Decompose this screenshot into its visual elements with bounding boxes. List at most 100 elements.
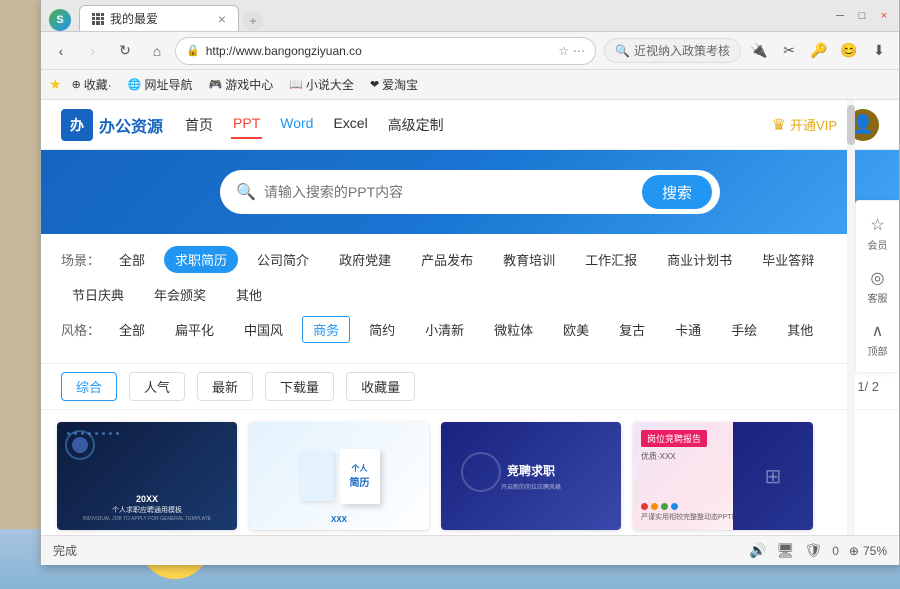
bookmark-games[interactable]: 🎮 游戏中心: [203, 74, 280, 95]
extension-icon[interactable]: 🔌: [745, 37, 773, 65]
new-tab-button[interactable]: +: [243, 11, 263, 31]
status-bar: 完成 🔊 🖥 🛡 0 ⊕ 75%: [41, 535, 899, 565]
template-card-4[interactable]: 岗位竞聘报告 优质·XXX 严谨实用相较完整整动态PPT模板 ⊞: [633, 422, 813, 530]
emoji-icon[interactable]: 😊: [835, 37, 863, 65]
style-tag-business[interactable]: 商务: [302, 316, 350, 343]
style-tag-fresh[interactable]: 小清新: [414, 316, 475, 343]
style-tag-cartoon[interactable]: 卡通: [664, 316, 712, 343]
back-button[interactable]: ‹: [47, 37, 75, 65]
scene-tag-annual[interactable]: 年会颁奖: [143, 281, 217, 308]
forward-button[interactable]: ›: [79, 37, 107, 65]
style-tag-retro[interactable]: 复古: [608, 316, 656, 343]
style-tag-all[interactable]: 全部: [108, 316, 156, 343]
side-vip-button[interactable]: ☆ 会员: [856, 209, 899, 258]
restore-button[interactable]: □: [855, 9, 869, 23]
key-icon[interactable]: 🔑: [805, 37, 833, 65]
style-filter-label: 风格：: [61, 320, 100, 339]
side-service-button[interactable]: ◎ 客服: [856, 262, 899, 311]
nav-excel[interactable]: Excel: [331, 111, 369, 139]
shield-icon[interactable]: 🛡: [804, 542, 822, 559]
zoom-control[interactable]: ⊕ 75%: [849, 544, 887, 558]
active-tab[interactable]: 我的最爱 ×: [79, 5, 239, 31]
nav-ppt[interactable]: PPT: [231, 111, 262, 139]
nav-word[interactable]: Word: [278, 111, 315, 139]
style-filter-row: 风格： 全部 扁平化 中国风 商务 简约 小清新 微粒体 欧美 复古 卡通 手绘…: [61, 316, 879, 343]
window-controls: ─ □ ×: [833, 9, 891, 23]
card-1-year: 20XX: [65, 494, 229, 504]
style-tag-simple[interactable]: 简约: [358, 316, 406, 343]
card-1-text: 20XX 个人求职应聘通用模板 INDIVIDUAL JOB TO APPLY …: [65, 494, 229, 522]
browser-window: S 我的最爱 × + ─ □ × ‹ › ↻ ⌂ 🔒 ht: [40, 0, 900, 565]
nav-custom[interactable]: 高级定制: [386, 111, 446, 139]
tab-close-button[interactable]: ×: [218, 11, 226, 27]
style-tag-handdrawn[interactable]: 手绘: [720, 316, 768, 343]
nav-globe-icon: 🌐: [128, 78, 142, 91]
up-arrow-icon: ∧: [872, 321, 884, 341]
style-tag-other[interactable]: 其他: [776, 316, 824, 343]
search-button[interactable]: 搜索: [642, 175, 712, 209]
scene-tag-graduation[interactable]: 毕业答辩: [751, 246, 825, 273]
address-bar[interactable]: 🔒 http://www.bangongziyuan.co ☆ ⋯: [175, 37, 596, 65]
scene-tag-company[interactable]: 公司简介: [246, 246, 320, 273]
dot-blue: [671, 503, 678, 510]
sort-popular[interactable]: 人气: [129, 372, 185, 401]
sort-newest[interactable]: 最新: [197, 372, 253, 401]
zoom-minus-icon[interactable]: ⊕: [849, 544, 859, 558]
minimize-button[interactable]: ─: [833, 9, 847, 23]
refresh-button[interactable]: ↻: [111, 37, 139, 65]
template-card-2[interactable]: 个人 简历 XXX: [249, 422, 429, 530]
style-tag-flat[interactable]: 扁平化: [164, 316, 225, 343]
vip-button[interactable]: ♛ 开通VIP: [772, 115, 837, 135]
scrollbar-track: [847, 100, 855, 535]
service-icon: ◎: [871, 268, 885, 288]
site-nav-right: ♛ 开通VIP 👤: [772, 109, 879, 141]
style-tag-western[interactable]: 欧美: [552, 316, 600, 343]
card-4-desc: 严谨实用相较完整整动态PPT模板: [641, 512, 746, 522]
bookmark-nav-label: 网址导航: [144, 76, 192, 93]
search-magnifier-icon: 🔍: [236, 182, 256, 202]
monitor-icon[interactable]: 🖥: [777, 542, 795, 559]
home-button[interactable]: ⌂: [143, 37, 171, 65]
settings-icon[interactable]: ⋯: [573, 44, 585, 58]
sort-bar: 综合 人气 最新 下载量 收藏量 1/ 2: [41, 364, 899, 410]
scene-tag-party[interactable]: 政府党建: [328, 246, 402, 273]
status-right: 🔊 🖥 🛡 0 ⊕ 75%: [749, 542, 887, 559]
speaker-icon[interactable]: 🔊: [749, 542, 766, 559]
page-info: 1/ 2: [857, 379, 879, 394]
style-tag-micro[interactable]: 微粒体: [483, 316, 544, 343]
side-top-label: 顶部: [868, 343, 888, 358]
style-tag-chinese[interactable]: 中国风: [233, 316, 294, 343]
card-3-text: 竞聘求职 开启新的岗位应聘风格: [501, 462, 561, 491]
scene-tag-festival[interactable]: 节日庆典: [61, 281, 135, 308]
sort-comprehensive[interactable]: 综合: [61, 372, 117, 401]
shield-count: 0: [832, 544, 839, 558]
scene-tag-resume[interactable]: 求职简历: [164, 246, 238, 273]
download-icon[interactable]: ⬇: [865, 37, 893, 65]
search-input[interactable]: [264, 184, 634, 200]
bookmark-nav[interactable]: 🌐 网址导航: [122, 74, 199, 95]
sort-downloads[interactable]: 下载量: [265, 372, 334, 401]
crown-icon: ♛: [772, 115, 786, 135]
scrollbar-thumb[interactable]: [847, 105, 855, 145]
card-2-content: 个人 简历 XXX: [249, 422, 429, 530]
template-card-3[interactable]: 竞聘求职 开启新的岗位应聘风格: [441, 422, 621, 530]
side-top-button[interactable]: ∧ 顶部: [856, 315, 899, 364]
scene-tag-all[interactable]: 全部: [108, 246, 156, 273]
ssl-icon: 🔒: [186, 44, 200, 57]
card-1-title: 个人求职应聘通用模板: [65, 505, 229, 515]
nav-home[interactable]: 首页: [183, 111, 215, 139]
scissors-icon[interactable]: ✂: [775, 37, 803, 65]
bookmark-taobao[interactable]: ❤ 爱淘宝: [364, 74, 424, 95]
star-icon[interactable]: ☆: [558, 44, 569, 58]
bookmark-favorites[interactable]: ⊕ 收藏·: [66, 74, 118, 95]
scene-tag-education[interactable]: 教育培训: [492, 246, 566, 273]
sort-favorites[interactable]: 收藏量: [346, 372, 415, 401]
search-bar: 🔍 搜索: [220, 170, 720, 214]
template-card-1[interactable]: 20XX 个人求职应聘通用模板 INDIVIDUAL JOB TO APPLY …: [57, 422, 237, 530]
scene-tag-product[interactable]: 产品发布: [410, 246, 484, 273]
scene-tag-business[interactable]: 商业计划书: [656, 246, 743, 273]
scene-tag-other[interactable]: 其他: [225, 281, 273, 308]
close-button[interactable]: ×: [877, 9, 891, 23]
scene-tag-work[interactable]: 工作汇报: [574, 246, 648, 273]
bookmark-novels[interactable]: 📖 小说大全: [283, 74, 360, 95]
